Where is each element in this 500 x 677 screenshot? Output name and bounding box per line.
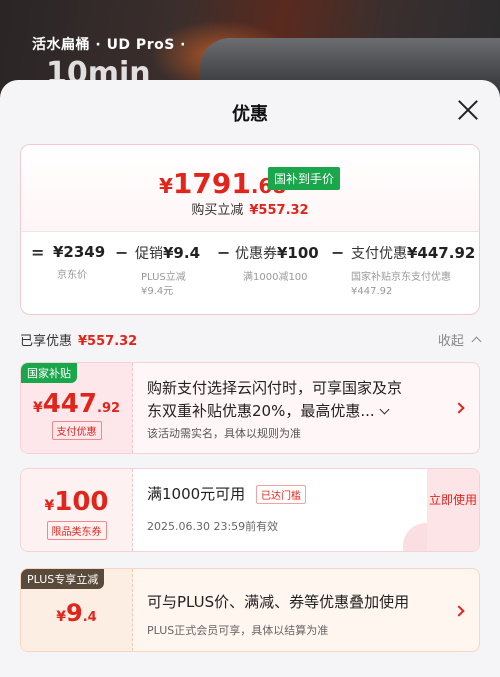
coupon-left-panel: ¥100 限品类东券 [21,469,133,551]
formula-sub: 满1000减100 [243,272,308,283]
coupon-decimal: .4 [82,610,97,625]
formula-value: ¥447.92 [407,244,476,262]
saved-amount: ¥557.32 [249,203,309,218]
formula-sub-amount: ¥9.4元 [141,286,174,297]
chevron-down-icon[interactable] [379,404,390,415]
coupon-decimal: .92 [97,401,121,416]
coupon-body: 满1000元可用 已达门槛 2025.06.30 23:59前有效 [147,483,441,534]
formula-sub: 国家补贴京东支付优惠 [351,272,451,283]
formula-value: ¥2349 [53,243,106,261]
coupon-desc-line1: 购新支付选择云闪付时，可享国家及京 [147,379,403,397]
formula-operator: − [217,243,231,262]
coupon-type-tag: 支付优惠 [51,421,102,440]
coupon-currency: ¥ [32,400,43,416]
coupon-integer: 9 [66,599,83,627]
coupon-card-plus[interactable]: PLUS专享立减 ¥9.4 可与PLUS价、满减、券等优惠叠加使用 PLUS正式… [20,568,480,652]
formula-value: ¥9.4 [163,244,201,262]
enjoyed-label: 已享优惠 [20,334,73,349]
coupon-integer: 100 [54,487,109,517]
coupon-expiry: 2025.06.30 23:59前有效 [147,520,279,533]
coupon-type-tag: 限品类东券 [46,521,107,540]
coupon-condition: 满1000元可用 已达门槛 [147,483,441,504]
threshold-badge: 已达门槛 [255,485,306,504]
coupon-integer: 447 [42,389,97,419]
coupon-amount: ¥100 [21,487,132,517]
divider [21,231,479,232]
corner-tag: 国家补贴 [21,363,77,383]
formula-item-promo: 促销¥9.4 PLUS立减 ¥9.4元 [135,243,200,299]
formula-label: 支付优惠 [351,246,407,262]
coupon-amount: ¥447.92 [21,389,132,419]
formula-item-jd-price: ¥2349 京东价 [53,243,105,283]
coupon-title: 可与PLUS价、满减、券等优惠叠加使用 [147,593,410,611]
chevron-right-icon[interactable] [453,605,465,617]
formula-sub: PLUS立减 [141,272,186,283]
coupon-note: PLUS正式会员可享，具体以结算为准 [147,624,329,637]
coupon-title: 满1000元可用 [147,485,246,503]
coupon-body: 可与PLUS价、满减、券等优惠叠加使用 PLUS正式会员可享，具体以结算为准 [147,591,441,638]
formula-sub: 京东价 [57,270,87,281]
formula-item-coupon: 优惠券¥100 满1000减100 [235,243,319,285]
collapse-toggle[interactable]: 收起 [437,330,482,349]
collapse-label: 收起 [437,334,464,349]
coupon-left-panel: 国家补贴 ¥447.92 支付优惠 [21,363,133,453]
coupon-amount: ¥9.4 [21,599,132,627]
enjoyed-amount: ¥557.32 [78,334,138,349]
saved-label: 购买立减 [191,203,244,218]
formula-label: 促销 [135,246,163,262]
coupon-body: 购新支付选择云闪付时，可享国家及京 东双重补贴优惠20%，最高优惠... 该活动… [147,377,441,441]
use-now-button[interactable]: 立即使用 [427,469,479,551]
sheet-title: 优惠 [232,104,268,125]
coupon-card-subsidy[interactable]: 国家补贴 ¥447.92 支付优惠 购新支付选择云闪付时，可享国家及京 东双重补… [20,362,480,454]
formula-operator: = [31,243,45,262]
formula-label: 优惠券 [235,246,277,262]
coupon-card-jd: ¥100 限品类东券 满1000元可用 已达门槛 2025.06.30 23:5… [20,468,480,552]
coupon-currency: ¥ [44,498,55,514]
formula-value: ¥100 [277,244,319,262]
price-formula: = ¥2349 京东价 − 促销¥9.4 PLUS立减 ¥9.4元 − 优惠券¥1… [21,243,479,313]
coupon-left-panel: PLUS专享立减 ¥9.4 [21,569,133,651]
formula-operator: − [115,243,129,262]
close-icon[interactable] [456,98,480,122]
chevron-up-icon [471,336,482,347]
coupon-currency: ¥ [56,609,67,625]
price-summary-card: ¥1791.68 国补到手价 购买立减¥557.32 = ¥2349 京东价 −… [20,144,480,315]
coupon-desc-text: 东双重补贴优惠20%，最高优惠... [147,402,375,420]
formula-operator: − [331,243,345,262]
coupon-desc-line2: 东双重补贴优惠20%，最高优惠... [147,400,441,423]
chevron-right-icon[interactable] [453,402,465,414]
final-price-currency: ¥ [159,174,173,198]
formula-item-payment: 支付优惠¥447.92 国家补贴京东支付优惠 ¥447.92 [351,243,475,299]
final-price-integer: 1791 [172,167,251,200]
subsidy-price-tag: 国补到手价 [268,167,341,190]
saved-line: 购买立减 ¥557.32 [21,199,479,218]
banner-subtitle: 活水扁桶 · UD ProS · [32,37,186,53]
enjoyed-discount: 已享优惠 ¥557.32 [20,330,137,349]
formula-sub-amount: ¥447.92 [351,286,393,297]
corner-tag: PLUS专享立减 [21,569,105,589]
coupon-note: 该活动需实名，具体以规则为准 [147,427,301,440]
